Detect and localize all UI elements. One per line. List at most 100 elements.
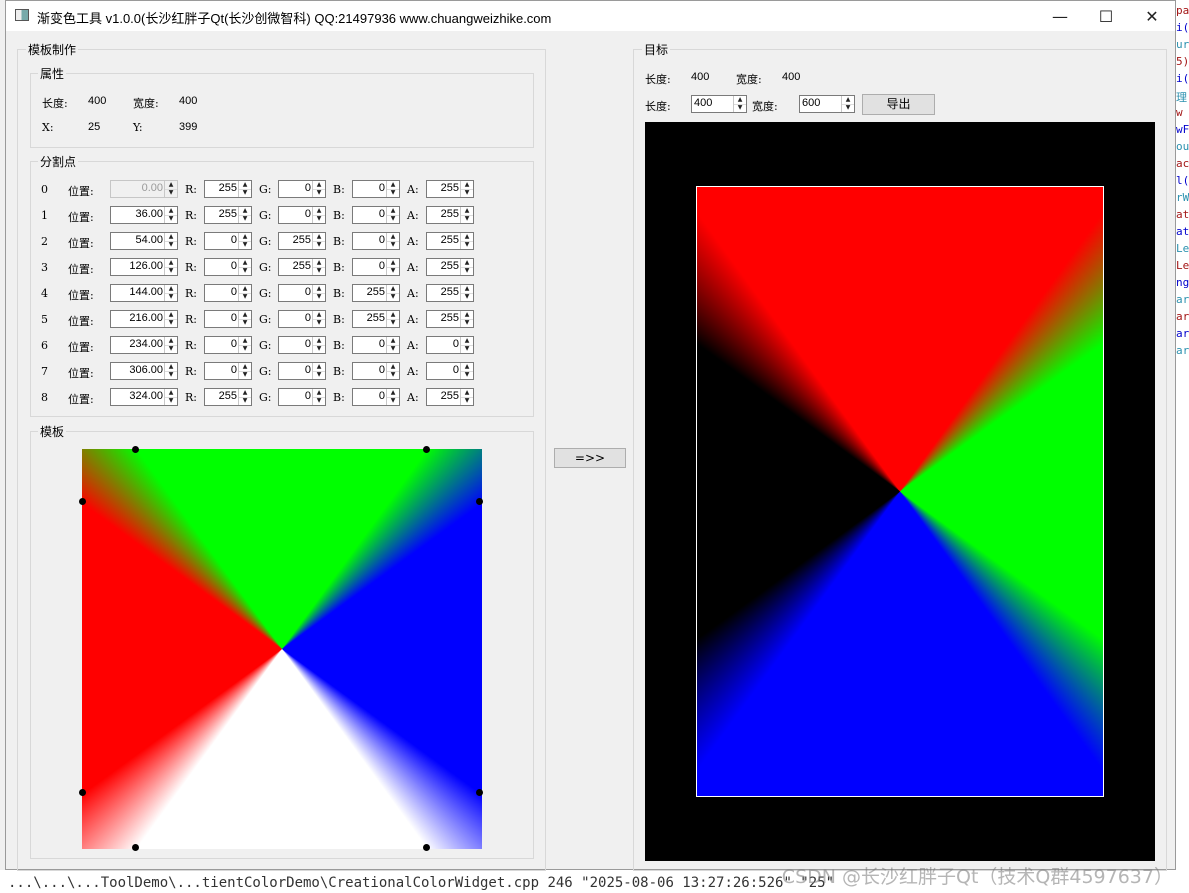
r-spinbox[interactable]: 0 ▲ ▼ (204, 362, 252, 380)
position-spinbox-value[interactable]: 54.00 (113, 234, 163, 246)
spin-down-icon[interactable]: ▼ (387, 397, 399, 405)
spin-down-icon[interactable]: ▼ (461, 319, 473, 327)
spin-down-icon[interactable]: ▼ (313, 189, 325, 197)
g-spinbox-value[interactable]: 0 (281, 286, 311, 298)
spin-down-icon[interactable]: ▼ (239, 371, 251, 379)
target-length-input[interactable]: 400 (694, 97, 732, 109)
g-spinbox[interactable]: 0 ▲ ▼ (278, 206, 326, 224)
spin-down-icon[interactable]: ▼ (239, 267, 251, 275)
spin-down-icon[interactable]: ▼ (734, 104, 746, 112)
position-spinbox[interactable]: 324.00 ▲ ▼ (110, 388, 178, 406)
spin-down-icon[interactable]: ▼ (313, 397, 325, 405)
position-spinbox[interactable]: 144.00 ▲ ▼ (110, 284, 178, 302)
b-spinbox-value[interactable]: 0 (355, 234, 385, 246)
split-handle[interactable] (423, 446, 430, 453)
r-spinbox-value[interactable]: 0 (207, 338, 237, 350)
a-spinbox[interactable]: 255 ▲ ▼ (426, 388, 474, 406)
position-spinbox[interactable]: 306.00 ▲ ▼ (110, 362, 178, 380)
position-spinbox-value[interactable]: 126.00 (113, 260, 163, 272)
r-spinbox-value[interactable]: 255 (207, 208, 237, 220)
spin-down-icon[interactable]: ▼ (239, 293, 251, 301)
template-gradient-canvas[interactable] (82, 449, 482, 849)
spin-down-icon[interactable]: ▼ (313, 345, 325, 353)
g-spinbox-value[interactable]: 255 (281, 234, 311, 246)
r-spinbox-value[interactable]: 0 (207, 286, 237, 298)
a-spinbox[interactable]: 0 ▲ ▼ (426, 362, 474, 380)
g-spinbox-value[interactable]: 0 (281, 338, 311, 350)
spin-down-icon[interactable]: ▼ (387, 371, 399, 379)
spin-down-icon[interactable]: ▼ (165, 215, 177, 223)
spin-down-icon[interactable]: ▼ (387, 293, 399, 301)
b-spinbox-value[interactable]: 0 (355, 208, 385, 220)
r-spinbox[interactable]: 0 ▲ ▼ (204, 232, 252, 250)
spin-down-icon[interactable]: ▼ (387, 345, 399, 353)
a-spinbox[interactable]: 255 ▲ ▼ (426, 310, 474, 328)
b-spinbox-value[interactable]: 0 (355, 260, 385, 272)
a-spinbox[interactable]: 255 ▲ ▼ (426, 180, 474, 198)
g-spinbox[interactable]: 255 ▲ ▼ (278, 258, 326, 276)
close-button[interactable]: ✕ (1129, 1, 1175, 31)
g-spinbox-value[interactable]: 0 (281, 182, 311, 194)
split-handle[interactable] (423, 844, 430, 851)
spin-down-icon[interactable]: ▼ (165, 241, 177, 249)
g-spinbox[interactable]: 0 ▲ ▼ (278, 180, 326, 198)
spin-down-icon[interactable]: ▼ (461, 397, 473, 405)
spin-down-icon[interactable]: ▼ (165, 345, 177, 353)
g-spinbox[interactable]: 0 ▲ ▼ (278, 336, 326, 354)
g-spinbox[interactable]: 0 ▲ ▼ (278, 310, 326, 328)
r-spinbox-value[interactable]: 0 (207, 260, 237, 272)
r-spinbox[interactable]: 255 ▲ ▼ (204, 180, 252, 198)
b-spinbox-value[interactable]: 0 (355, 364, 385, 376)
b-spinbox[interactable]: 255 ▲ ▼ (352, 284, 400, 302)
split-handle[interactable] (132, 446, 139, 453)
b-spinbox[interactable]: 0 ▲ ▼ (352, 388, 400, 406)
a-spinbox-value[interactable]: 255 (429, 208, 459, 220)
position-spinbox-value[interactable]: 324.00 (113, 390, 163, 402)
spin-down-icon[interactable]: ▼ (313, 215, 325, 223)
b-spinbox-value[interactable]: 255 (355, 286, 385, 298)
g-spinbox[interactable]: 0 ▲ ▼ (278, 284, 326, 302)
a-spinbox[interactable]: 0 ▲ ▼ (426, 336, 474, 354)
spin-down-icon[interactable]: ▼ (842, 104, 854, 112)
spin-down-icon[interactable]: ▼ (461, 215, 473, 223)
a-spinbox-value[interactable]: 255 (429, 182, 459, 194)
position-spinbox-value[interactable]: 36.00 (113, 208, 163, 220)
maximize-button[interactable]: ☐ (1083, 1, 1129, 31)
r-spinbox[interactable]: 0 ▲ ▼ (204, 310, 252, 328)
r-spinbox[interactable]: 255 ▲ ▼ (204, 388, 252, 406)
minimize-button[interactable]: — (1037, 1, 1083, 31)
b-spinbox-value[interactable]: 0 (355, 390, 385, 402)
position-spinbox[interactable]: 126.00 ▲ ▼ (110, 258, 178, 276)
r-spinbox-value[interactable]: 0 (207, 312, 237, 324)
spin-down-icon[interactable]: ▼ (165, 267, 177, 275)
spin-down-icon[interactable]: ▼ (239, 241, 251, 249)
r-spinbox[interactable]: 255 ▲ ▼ (204, 206, 252, 224)
split-handle[interactable] (476, 498, 483, 505)
position-spinbox[interactable]: 54.00 ▲ ▼ (110, 232, 178, 250)
a-spinbox[interactable]: 255 ▲ ▼ (426, 232, 474, 250)
split-handle[interactable] (476, 789, 483, 796)
g-spinbox-value[interactable]: 0 (281, 208, 311, 220)
spin-down-icon[interactable]: ▼ (165, 397, 177, 405)
spin-down-icon[interactable]: ▼ (313, 293, 325, 301)
g-spinbox-value[interactable]: 0 (281, 390, 311, 402)
spin-down-icon[interactable]: ▼ (165, 319, 177, 327)
g-spinbox[interactable]: 0 ▲ ▼ (278, 388, 326, 406)
title-bar[interactable]: 渐变色工具 v1.0.0(长沙红胖子Qt(长沙创微智科) QQ:21497936… (6, 1, 1175, 31)
r-spinbox[interactable]: 0 ▲ ▼ (204, 336, 252, 354)
export-button[interactable]: 导出 (862, 94, 935, 115)
position-spinbox-value[interactable]: 216.00 (113, 312, 163, 324)
split-handle[interactable] (79, 498, 86, 505)
a-spinbox-value[interactable]: 0 (429, 338, 459, 350)
r-spinbox-value[interactable]: 0 (207, 364, 237, 376)
a-spinbox-value[interactable]: 255 (429, 286, 459, 298)
a-spinbox[interactable]: 255 ▲ ▼ (426, 206, 474, 224)
spin-down-icon[interactable]: ▼ (387, 241, 399, 249)
r-spinbox[interactable]: 0 ▲ ▼ (204, 258, 252, 276)
spin-down-icon[interactable]: ▼ (165, 371, 177, 379)
b-spinbox[interactable]: 255 ▲ ▼ (352, 310, 400, 328)
spin-down-icon[interactable]: ▼ (165, 293, 177, 301)
split-handle[interactable] (79, 789, 86, 796)
spin-down-icon[interactable]: ▼ (239, 215, 251, 223)
g-spinbox[interactable]: 0 ▲ ▼ (278, 362, 326, 380)
